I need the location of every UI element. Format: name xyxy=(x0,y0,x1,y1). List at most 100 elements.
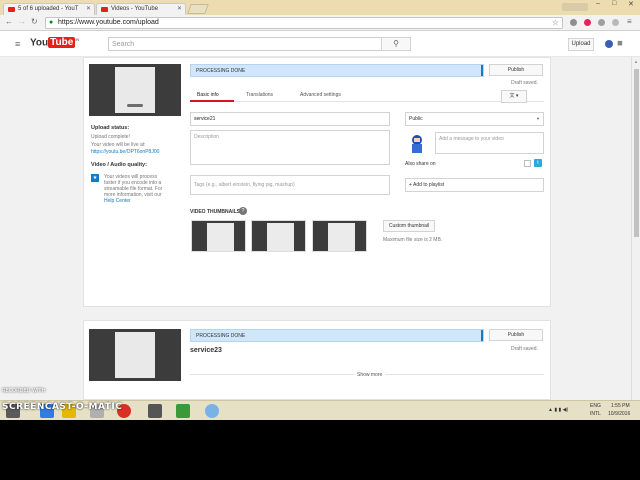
tab-advanced-settings[interactable]: Advanced settings xyxy=(300,92,341,98)
channel-avatar xyxy=(405,132,429,156)
youtube-header: ≡ You Tube IN Search ⚲ Upload ◼ xyxy=(0,31,640,57)
publish-button[interactable]: Publish xyxy=(489,329,543,341)
address-bar: ← → ↻ ● https://www.youtube.com/upload ☆… xyxy=(0,15,640,31)
chrome-menu-icon[interactable]: ≡ xyxy=(627,17,632,26)
video-title: service23 xyxy=(190,347,222,354)
processing-status-text: PROCESSING DONE xyxy=(196,68,246,74)
thumbnail-option-3[interactable] xyxy=(312,220,367,252)
privacy-value: Public xyxy=(409,116,423,122)
processing-status-bar: PROCESSING DONE xyxy=(190,329,484,342)
quality-heading: Video / Audio quality: xyxy=(91,162,147,168)
thumbnail-option-1[interactable] xyxy=(191,220,246,252)
share-message-field[interactable]: Add a message to your video xyxy=(435,132,544,154)
excel-icon[interactable] xyxy=(176,404,190,418)
processing-status-text: PROCESSING DONE xyxy=(196,333,246,339)
edit-tabs: Basic info Translations Advanced setting… xyxy=(190,90,544,102)
publish-button[interactable]: Publish xyxy=(489,64,543,76)
upload-card-2: PROCESSING DONE Publish Draft saved. ser… xyxy=(83,320,551,400)
language-indicator[interactable]: ENG xyxy=(590,403,601,409)
url-field[interactable]: ● https://www.youtube.com/upload ☆ xyxy=(45,17,563,29)
video-preview xyxy=(89,64,181,116)
upload-status-heading: Upload status: xyxy=(91,125,130,131)
clock-date: 10/9/2016 xyxy=(608,411,631,417)
upload-card-1: Upload status: Upload complete! Your vid… xyxy=(83,57,551,307)
reload-icon[interactable]: ↻ xyxy=(31,17,38,26)
custom-thumbnail-button[interactable]: Custom thumbnail xyxy=(383,220,435,232)
tab-title: Videos - YouTube xyxy=(111,6,159,12)
twitter-share-checkbox[interactable] xyxy=(524,160,531,167)
youtube-logo[interactable]: You Tube IN xyxy=(30,37,79,50)
tab-basic-info[interactable]: Basic info xyxy=(197,92,219,98)
quality-star-icon: ★ xyxy=(91,174,99,182)
tags-field[interactable]: Tags (e.g., albert einstein, flying pig,… xyxy=(190,175,390,195)
logo-you: You xyxy=(30,37,49,49)
help-icon[interactable]: ? xyxy=(239,207,247,215)
forward-icon[interactable]: → xyxy=(18,17,26,26)
video-link[interactable]: https://youtu.be/OPT6onP8J00 xyxy=(91,149,159,155)
youtube-favicon-icon xyxy=(8,7,15,12)
pinterest-icon[interactable] xyxy=(584,19,591,26)
title-field[interactable]: service21 xyxy=(190,112,390,126)
search-icon: ⚲ xyxy=(393,39,399,48)
region-indicator: INTL xyxy=(590,411,601,417)
language-settings-button[interactable]: 文 ▾ xyxy=(501,90,527,103)
search-button[interactable]: ⚲ xyxy=(381,37,411,51)
back-icon[interactable]: ← xyxy=(5,17,13,26)
show-more-link[interactable]: Show more xyxy=(354,372,386,378)
page-scrollbar[interactable]: ▲ ▼ xyxy=(631,57,640,420)
watermark-line2: SCREENCAST-O-MATIC xyxy=(2,402,123,412)
description-field[interactable]: Description xyxy=(190,130,390,165)
logo-region: IN xyxy=(75,37,80,42)
progress-fill xyxy=(481,330,483,341)
extension-icon[interactable] xyxy=(612,19,619,26)
upload-page: Upload status: Upload complete! Your vid… xyxy=(0,57,640,420)
progress-fill xyxy=(481,65,483,76)
tab-close-icon[interactable]: ✕ xyxy=(86,5,91,12)
logo-tube: Tube xyxy=(48,37,76,49)
browser-tab-videos[interactable]: Videos - YouTube ✕ xyxy=(96,3,186,15)
browser-tab-upload[interactable]: 5 of 6 uploaded - YouT ✕ xyxy=(3,3,95,15)
video-preview xyxy=(89,329,181,381)
minimize-icon[interactable]: – xyxy=(596,0,600,7)
twitter-icon: t xyxy=(534,159,542,167)
guide-menu-icon[interactable]: ≡ xyxy=(15,39,20,49)
upload-button[interactable]: Upload xyxy=(568,38,594,51)
database-icon[interactable] xyxy=(148,404,162,418)
scroll-up-icon[interactable]: ▲ xyxy=(634,59,638,64)
live-at-text: Your video will be live at: xyxy=(91,142,146,148)
watermark-line1: RECORDED WITH xyxy=(2,388,46,394)
draft-saved-text: Draft saved. xyxy=(511,80,538,86)
thumbnail-option-2[interactable] xyxy=(251,220,306,252)
privacy-select[interactable]: Public ▼ xyxy=(405,112,544,126)
max-file-size-text: Maximum file size is 2 MB. xyxy=(383,237,443,243)
search-input[interactable]: Search xyxy=(108,37,382,51)
quality-text: Your videos will process faster if you e… xyxy=(104,174,163,204)
chevron-down-icon: ▼ xyxy=(536,116,540,121)
close-window-icon[interactable]: ✕ xyxy=(628,0,634,8)
lock-icon: ● xyxy=(49,19,54,26)
profile-chip[interactable] xyxy=(562,3,588,11)
youtube-favicon-icon xyxy=(101,7,108,12)
recording-watermark: RECORDED WITH SCREENCAST-O-MATIC xyxy=(2,388,122,413)
also-share-label: Also share on xyxy=(405,161,436,167)
add-to-playlist-button[interactable]: + Add to playlist xyxy=(405,178,544,192)
extension-icon[interactable] xyxy=(598,19,605,26)
upload-complete-text: Upload complete! xyxy=(91,134,130,140)
url-text: https://www.youtube.com/upload xyxy=(58,19,159,26)
tab-title: 5 of 6 uploaded - YouT xyxy=(18,6,79,12)
extension-icon[interactable] xyxy=(570,19,577,26)
browser-tab-strip: 5 of 6 uploaded - YouT ✕ Videos - YouTub… xyxy=(0,0,640,15)
notification-icon[interactable]: ◼ xyxy=(617,39,623,47)
clock-time[interactable]: 1:55 PM xyxy=(611,403,630,409)
new-tab-button[interactable] xyxy=(187,4,209,14)
maximize-icon[interactable]: □ xyxy=(612,0,616,7)
avatar[interactable] xyxy=(603,37,615,51)
tray-arrow-icon[interactable]: ▲ ▮ ▮ ◀) xyxy=(548,407,568,413)
tab-close-icon[interactable]: ✕ xyxy=(177,5,182,12)
help-center-link[interactable]: Help Center xyxy=(104,198,131,204)
tab-translations[interactable]: Translations xyxy=(246,92,273,98)
video-thumbnails-heading: VIDEO THUMBNAILS xyxy=(190,209,240,215)
bookmark-star-icon[interactable]: ☆ xyxy=(552,18,559,27)
scrollbar-thumb[interactable] xyxy=(634,69,639,237)
settings-gear-icon[interactable] xyxy=(205,404,219,418)
